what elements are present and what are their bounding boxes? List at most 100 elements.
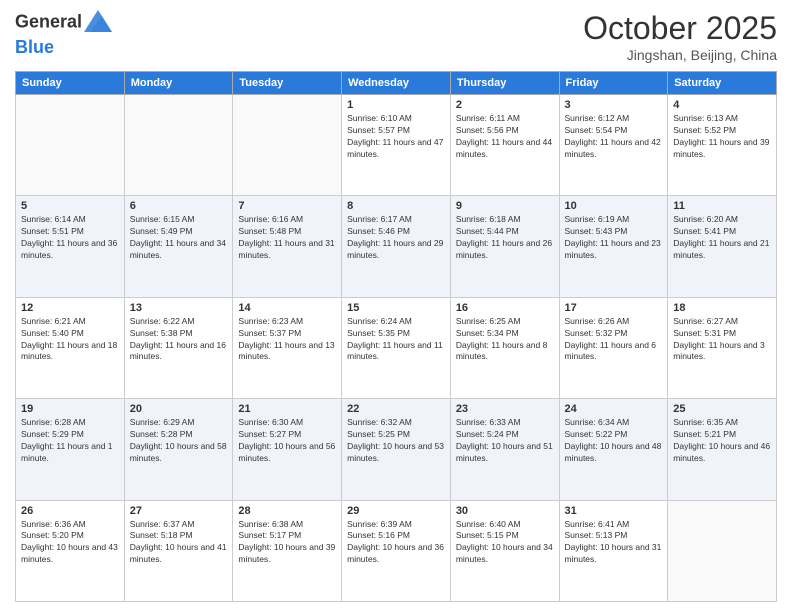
day-info: Sunrise: 6:28 AM Sunset: 5:29 PM Dayligh… bbox=[21, 417, 119, 465]
col-sunday: Sunday bbox=[16, 72, 125, 95]
day-number: 25 bbox=[673, 403, 771, 415]
day-cell: 16 Sunrise: 6:25 AM Sunset: 5:34 PM Dayli… bbox=[450, 297, 559, 398]
day-cell: 2 Sunrise: 6:11 AM Sunset: 5:56 PM Daylig… bbox=[450, 95, 559, 196]
day-number: 15 bbox=[347, 302, 445, 314]
day-info: Sunrise: 6:25 AM Sunset: 5:34 PM Dayligh… bbox=[456, 316, 554, 364]
day-cell: 27 Sunrise: 6:37 AM Sunset: 5:18 PM Dayli… bbox=[124, 500, 233, 601]
day-number: 17 bbox=[565, 302, 663, 314]
day-number: 6 bbox=[130, 200, 228, 212]
header-row: Sunday Monday Tuesday Wednesday Thursday… bbox=[16, 72, 777, 95]
week-row-0: 1 Sunrise: 6:10 AM Sunset: 5:57 PM Daylig… bbox=[16, 95, 777, 196]
day-info: Sunrise: 6:35 AM Sunset: 5:21 PM Dayligh… bbox=[673, 417, 771, 465]
day-cell: 11 Sunrise: 6:20 AM Sunset: 5:41 PM Dayli… bbox=[668, 196, 777, 297]
day-cell: 1 Sunrise: 6:10 AM Sunset: 5:57 PM Daylig… bbox=[342, 95, 451, 196]
day-number: 3 bbox=[565, 99, 663, 111]
day-info: Sunrise: 6:10 AM Sunset: 5:57 PM Dayligh… bbox=[347, 113, 445, 161]
col-friday: Friday bbox=[559, 72, 668, 95]
day-info: Sunrise: 6:29 AM Sunset: 5:28 PM Dayligh… bbox=[130, 417, 228, 465]
month-title: October 2025 bbox=[583, 10, 777, 47]
day-info: Sunrise: 6:37 AM Sunset: 5:18 PM Dayligh… bbox=[130, 519, 228, 567]
day-cell bbox=[124, 95, 233, 196]
day-number: 11 bbox=[673, 200, 771, 212]
day-number: 8 bbox=[347, 200, 445, 212]
day-info: Sunrise: 6:16 AM Sunset: 5:48 PM Dayligh… bbox=[238, 214, 336, 262]
day-cell: 13Sunrise: 6:22 AM Sunset: 5:38 PM Dayli… bbox=[124, 297, 233, 398]
day-info: Sunrise: 6:11 AM Sunset: 5:56 PM Dayligh… bbox=[456, 113, 554, 161]
day-cell: 7 Sunrise: 6:16 AM Sunset: 5:48 PM Daylig… bbox=[233, 196, 342, 297]
day-cell: 29Sunrise: 6:39 AM Sunset: 5:16 PM Dayli… bbox=[342, 500, 451, 601]
day-cell: 14Sunrise: 6:23 AM Sunset: 5:37 PM Dayli… bbox=[233, 297, 342, 398]
day-info: Sunrise: 6:12 AM Sunset: 5:54 PM Dayligh… bbox=[565, 113, 663, 161]
logo: General Blue bbox=[15, 10, 112, 58]
day-cell: 5Sunrise: 6:14 AM Sunset: 5:51 PM Daylig… bbox=[16, 196, 125, 297]
day-info: Sunrise: 6:18 AM Sunset: 5:44 PM Dayligh… bbox=[456, 214, 554, 262]
calendar-table: Sunday Monday Tuesday Wednesday Thursday… bbox=[15, 71, 777, 602]
page: General Blue October 2025 Jingshan, Beij… bbox=[0, 0, 792, 612]
day-number: 20 bbox=[130, 403, 228, 415]
week-row-1: 5Sunrise: 6:14 AM Sunset: 5:51 PM Daylig… bbox=[16, 196, 777, 297]
day-number: 26 bbox=[21, 505, 119, 517]
day-info: Sunrise: 6:15 AM Sunset: 5:49 PM Dayligh… bbox=[130, 214, 228, 262]
day-number: 18 bbox=[673, 302, 771, 314]
day-cell: 24 Sunrise: 6:34 AM Sunset: 5:22 PM Dayli… bbox=[559, 399, 668, 500]
day-cell bbox=[16, 95, 125, 196]
day-number: 12 bbox=[21, 302, 119, 314]
day-number: 23 bbox=[456, 403, 554, 415]
day-cell: 18 Sunrise: 6:27 AM Sunset: 5:31 PM Dayli… bbox=[668, 297, 777, 398]
title-block: October 2025 Jingshan, Beijing, China bbox=[583, 10, 777, 63]
col-monday: Monday bbox=[124, 72, 233, 95]
day-number: 4 bbox=[673, 99, 771, 111]
day-info: Sunrise: 6:27 AM Sunset: 5:31 PM Dayligh… bbox=[673, 316, 771, 364]
day-cell: 3 Sunrise: 6:12 AM Sunset: 5:54 PM Daylig… bbox=[559, 95, 668, 196]
col-thursday: Thursday bbox=[450, 72, 559, 95]
day-number: 10 bbox=[565, 200, 663, 212]
day-info: Sunrise: 6:24 AM Sunset: 5:35 PM Dayligh… bbox=[347, 316, 445, 364]
day-number: 30 bbox=[456, 505, 554, 517]
day-info: Sunrise: 6:19 AM Sunset: 5:43 PM Dayligh… bbox=[565, 214, 663, 262]
day-info: Sunrise: 6:17 AM Sunset: 5:46 PM Dayligh… bbox=[347, 214, 445, 262]
day-cell: 26 Sunrise: 6:36 AM Sunset: 5:20 PM Dayli… bbox=[16, 500, 125, 601]
week-row-2: 12 Sunrise: 6:21 AM Sunset: 5:40 PM Dayli… bbox=[16, 297, 777, 398]
col-tuesday: Tuesday bbox=[233, 72, 342, 95]
day-cell bbox=[668, 500, 777, 601]
day-number: 2 bbox=[456, 99, 554, 111]
logo-icon bbox=[84, 10, 112, 37]
day-cell: 8 Sunrise: 6:17 AM Sunset: 5:46 PM Daylig… bbox=[342, 196, 451, 297]
day-cell: 19 Sunrise: 6:28 AM Sunset: 5:29 PM Dayli… bbox=[16, 399, 125, 500]
day-info: Sunrise: 6:36 AM Sunset: 5:20 PM Dayligh… bbox=[21, 519, 119, 567]
day-info: Sunrise: 6:30 AM Sunset: 5:27 PM Dayligh… bbox=[238, 417, 336, 465]
day-cell: 6 Sunrise: 6:15 AM Sunset: 5:49 PM Daylig… bbox=[124, 196, 233, 297]
day-cell: 30 Sunrise: 6:40 AM Sunset: 5:15 PM Dayli… bbox=[450, 500, 559, 601]
day-info: Sunrise: 6:21 AM Sunset: 5:40 PM Dayligh… bbox=[21, 316, 119, 364]
day-number: 24 bbox=[565, 403, 663, 415]
day-number: 16 bbox=[456, 302, 554, 314]
day-cell: 21 Sunrise: 6:30 AM Sunset: 5:27 PM Dayli… bbox=[233, 399, 342, 500]
day-number: 5 bbox=[21, 200, 119, 212]
day-number: 29 bbox=[347, 505, 445, 517]
week-row-4: 26 Sunrise: 6:36 AM Sunset: 5:20 PM Dayli… bbox=[16, 500, 777, 601]
day-cell: 4 Sunrise: 6:13 AM Sunset: 5:52 PM Daylig… bbox=[668, 95, 777, 196]
day-info: Sunrise: 6:13 AM Sunset: 5:52 PM Dayligh… bbox=[673, 113, 771, 161]
day-info: Sunrise: 6:34 AM Sunset: 5:22 PM Dayligh… bbox=[565, 417, 663, 465]
location-title: Jingshan, Beijing, China bbox=[583, 47, 777, 63]
day-number: 31 bbox=[565, 505, 663, 517]
day-info: Sunrise: 6:23 AM Sunset: 5:37 PM Dayligh… bbox=[238, 316, 336, 364]
day-cell: 22Sunrise: 6:32 AM Sunset: 5:25 PM Dayli… bbox=[342, 399, 451, 500]
logo-blue: Blue bbox=[15, 37, 54, 57]
day-cell: 15 Sunrise: 6:24 AM Sunset: 5:35 PM Dayli… bbox=[342, 297, 451, 398]
week-row-3: 19 Sunrise: 6:28 AM Sunset: 5:29 PM Dayli… bbox=[16, 399, 777, 500]
day-info: Sunrise: 6:22 AM Sunset: 5:38 PM Dayligh… bbox=[130, 316, 228, 364]
day-number: 19 bbox=[21, 403, 119, 415]
day-cell: 10 Sunrise: 6:19 AM Sunset: 5:43 PM Dayli… bbox=[559, 196, 668, 297]
day-info: Sunrise: 6:38 AM Sunset: 5:17 PM Dayligh… bbox=[238, 519, 336, 567]
day-number: 1 bbox=[347, 99, 445, 111]
day-number: 28 bbox=[238, 505, 336, 517]
day-info: Sunrise: 6:20 AM Sunset: 5:41 PM Dayligh… bbox=[673, 214, 771, 262]
day-cell bbox=[233, 95, 342, 196]
day-number: 27 bbox=[130, 505, 228, 517]
day-number: 7 bbox=[238, 200, 336, 212]
day-cell: 28 Sunrise: 6:38 AM Sunset: 5:17 PM Dayli… bbox=[233, 500, 342, 601]
day-info: Sunrise: 6:40 AM Sunset: 5:15 PM Dayligh… bbox=[456, 519, 554, 567]
day-number: 21 bbox=[238, 403, 336, 415]
day-cell: 9Sunrise: 6:18 AM Sunset: 5:44 PM Daylig… bbox=[450, 196, 559, 297]
